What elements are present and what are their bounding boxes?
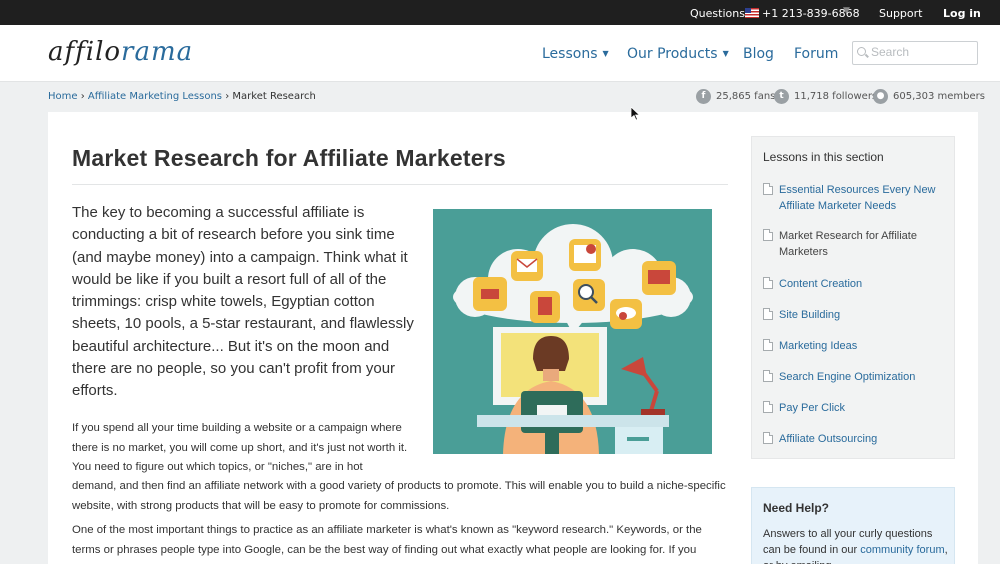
body-paragraph-1: If you spend all your time building a we… [72, 422, 408, 473]
body-paragraph-1-continued: demand, and then find an affiliate netwo… [72, 480, 726, 512]
sidebar-lesson-marketing-ideas[interactable]: Marketing Ideas [763, 338, 948, 354]
nav-lessons[interactable]: Lessons ▼ [542, 46, 609, 62]
help-text: Answers to all your curly questions can … [763, 528, 948, 564]
us-flag-icon[interactable] [745, 8, 759, 18]
document-icon [763, 339, 773, 351]
document-icon [763, 401, 773, 413]
sidebar-lesson-market-research[interactable]: Market Research for Affiliate Marketers [763, 228, 948, 260]
site-header: affilorama Lessons ▼ Our Products ▼ Blog F… [0, 25, 1000, 82]
nav-forum[interactable]: Forum [794, 46, 838, 62]
search-input[interactable]: Search [852, 41, 978, 65]
nav-blog[interactable]: Blog [743, 46, 774, 62]
sidebar-lesson-outsourcing[interactable]: Affiliate Outsourcing [763, 431, 948, 447]
document-icon [763, 183, 773, 195]
lessons-heading: Lessons in this section [763, 150, 884, 164]
questions-label: Questions? [690, 7, 751, 20]
document-icon [763, 308, 773, 320]
document-icon [763, 229, 773, 241]
sidebar-lesson-site-building[interactable]: Site Building [763, 307, 948, 323]
community-forum-link[interactable]: community forum [860, 544, 944, 556]
body-paragraph-2: One of the most important things to prac… [72, 524, 702, 556]
title-divider [72, 184, 728, 185]
search-placeholder: Search [871, 45, 910, 59]
market-research-illustration [433, 209, 712, 454]
facebook-icon: f [696, 89, 711, 104]
search-icon [857, 47, 866, 56]
lessons-sidebar: Lessons in this section Essential Resour… [751, 136, 955, 459]
breadcrumb-section[interactable]: Affiliate Marketing Lessons [88, 91, 222, 102]
sidebar-lesson-content-creation[interactable]: Content Creation [763, 276, 948, 292]
lead-paragraph: The key to becoming a successful affilia… [72, 204, 414, 400]
chevron-down-icon: ▼ [602, 49, 609, 58]
sidebar-lesson-ppc[interactable]: Pay Per Click [763, 400, 948, 416]
sidebar-lesson-seo[interactable]: Search Engine Optimization [763, 369, 948, 385]
sidebar-lesson-essential-resources[interactable]: Essential Resources Every New Affiliate … [763, 182, 948, 214]
breadcrumb-home[interactable]: Home [48, 91, 78, 102]
breadcrumb: Home › Affiliate Marketing Lessons › Mar… [48, 91, 316, 102]
user-icon: ● [873, 89, 888, 104]
affilorama-logo[interactable]: affilorama [48, 37, 193, 67]
document-icon [763, 370, 773, 382]
document-icon [763, 432, 773, 444]
nav-our-products[interactable]: Our Products ▼ [627, 46, 729, 62]
support-link[interactable]: Support [879, 7, 922, 20]
twitter-icon: t [774, 89, 789, 104]
document-icon [763, 277, 773, 289]
page-title: Market Research for Affiliate Marketers [72, 145, 506, 171]
help-heading: Need Help? [763, 501, 830, 515]
need-help-box: Need Help? Answers to all your curly que… [751, 487, 955, 564]
chevron-down-icon[interactable]: ▼ [843, 6, 850, 16]
breadcrumb-current: Market Research [232, 91, 316, 102]
login-link[interactable]: Log in [943, 7, 981, 20]
chevron-down-icon: ▼ [722, 49, 729, 58]
top-bar: Questions? +1 213-839-6868 ▼ Support Log… [0, 0, 1000, 25]
mouse-cursor-icon [631, 107, 641, 121]
